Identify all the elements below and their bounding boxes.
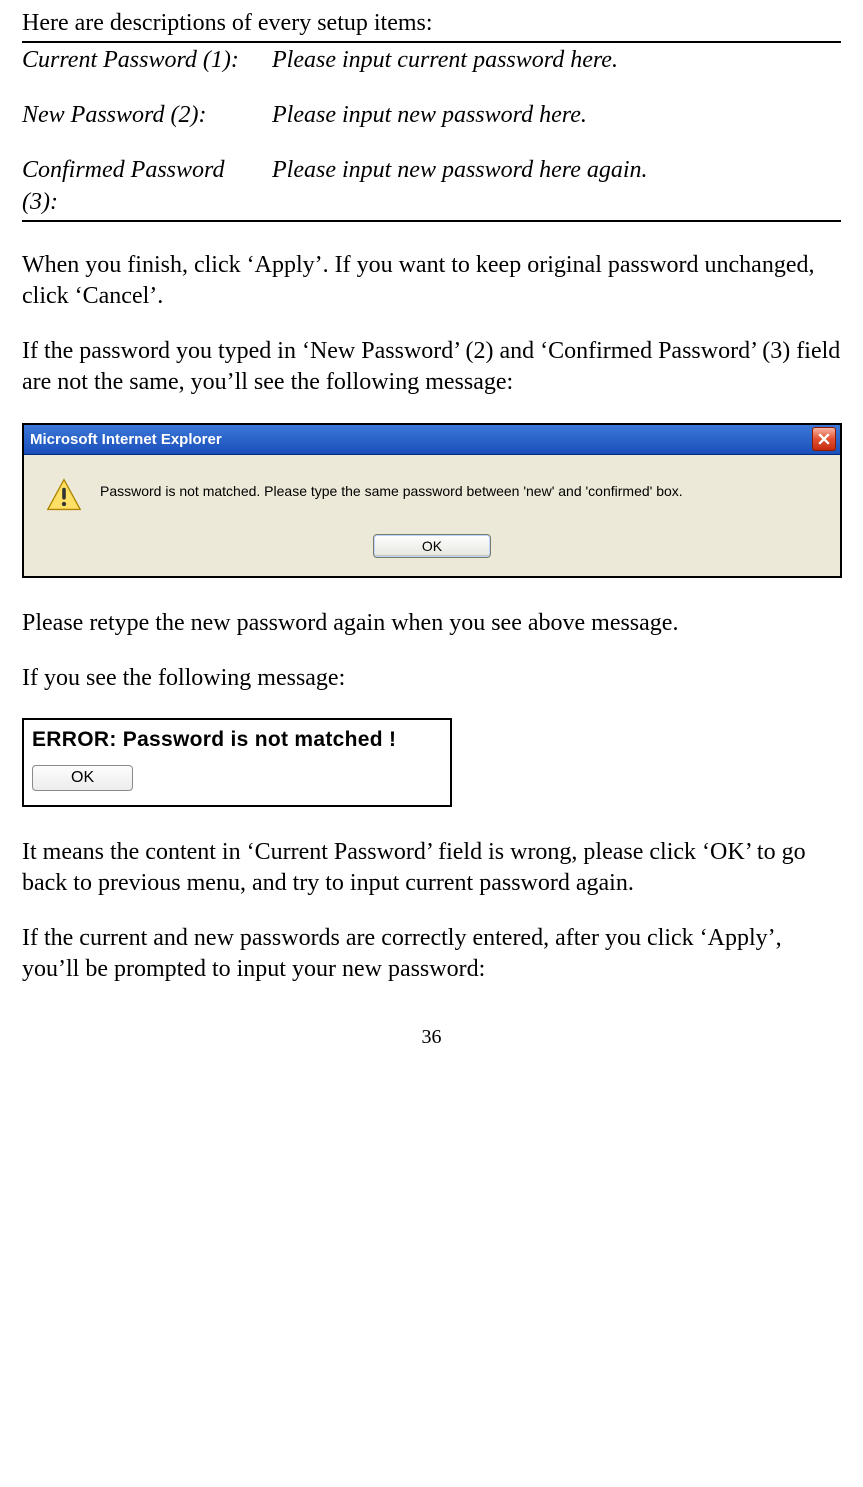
warning-icon [46, 477, 82, 513]
page-number: 36 [22, 1026, 841, 1049]
paragraph-6: If the current and new passwords are cor… [22, 923, 841, 985]
ie-alert-dialog: Microsoft Internet Explorer Password is … [22, 423, 842, 578]
paragraph-1: When you finish, click ‘Apply’. If you w… [22, 250, 841, 312]
row1-desc: Please input current password here. [272, 42, 841, 76]
paragraph-5: It means the content in ‘Current Passwor… [22, 837, 841, 899]
error-dialog: ERROR: Password is not matched ! OK [22, 718, 452, 807]
row2-desc: Please input new password here. [272, 100, 841, 131]
row1-label: Current Password (1): [22, 42, 272, 76]
row2-label: New Password (2): [22, 100, 272, 131]
dialog-titlebar: Microsoft Internet Explorer [24, 425, 840, 455]
dialog-message: Password is not matched. Please type the… [100, 477, 683, 500]
row3-desc: Please input new password here again. [272, 155, 841, 220]
ok-button[interactable]: OK [373, 534, 491, 558]
setup-items-table: Current Password (1): Please input curre… [22, 41, 841, 222]
ok-button[interactable]: OK [32, 765, 133, 791]
error-message: ERROR: Password is not matched ! [32, 728, 442, 752]
paragraph-3: Please retype the new password again whe… [22, 608, 841, 639]
dialog-title: Microsoft Internet Explorer [30, 431, 222, 448]
paragraph-4: If you see the following message: [22, 663, 841, 694]
close-icon[interactable] [812, 427, 836, 451]
paragraph-2: If the password you typed in ‘New Passwo… [22, 336, 841, 398]
intro-text: Here are descriptions of every setup ite… [22, 10, 841, 37]
row3-label: Confirmed Password (3): [22, 155, 272, 220]
